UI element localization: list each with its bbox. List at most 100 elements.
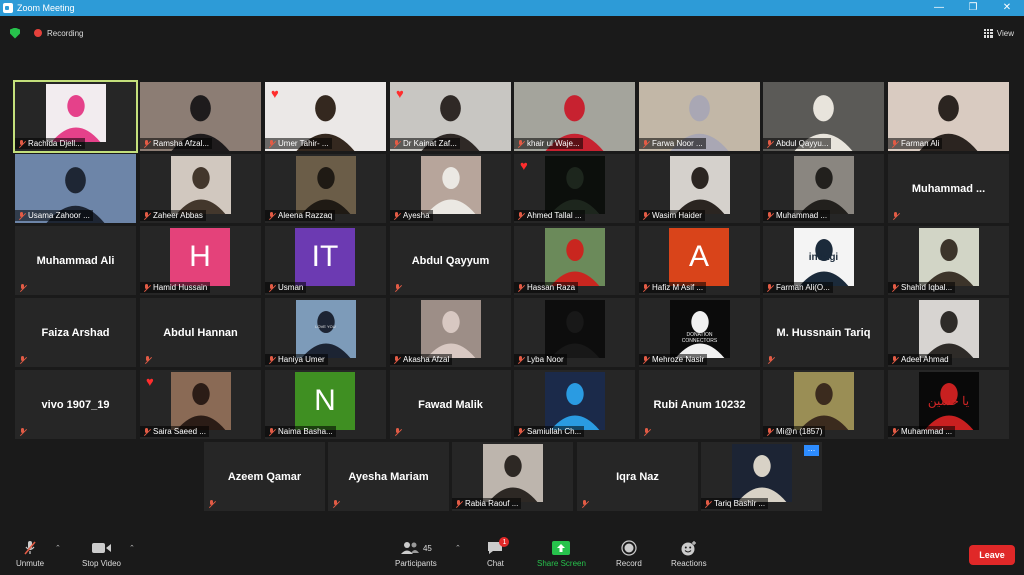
participant-tile[interactable]: LOVE YOU Haniya Umer bbox=[265, 298, 386, 367]
urdu-caption: یا حسین bbox=[927, 394, 970, 408]
record-icon bbox=[621, 540, 637, 556]
participant-video bbox=[420, 156, 481, 214]
participant-name-bar: Akasha Afzal bbox=[390, 354, 453, 365]
leave-button[interactable]: Leave bbox=[969, 545, 1015, 565]
participant-video bbox=[669, 300, 730, 358]
pin-icon bbox=[18, 139, 25, 148]
participant-tile[interactable]: Samiullah Ch... bbox=[514, 370, 635, 439]
participant-tile[interactable]: A Hafiz M Asif ... bbox=[639, 226, 760, 295]
participant-tile[interactable]: Ayesha bbox=[390, 154, 511, 223]
chat-button[interactable]: 1 Chat bbox=[487, 537, 510, 568]
muted-mic-icon bbox=[208, 500, 215, 508]
participant-tile[interactable]: Ramsha Afzal... bbox=[140, 82, 261, 151]
profile-letter-avatar: N bbox=[295, 372, 355, 430]
unmute-button[interactable]: Unmute bbox=[16, 540, 44, 568]
participant-tile[interactable]: Muhammad Ali bbox=[15, 226, 136, 295]
participant-name: Muhammad ... bbox=[901, 427, 953, 436]
participant-tile[interactable]: khair ul Waje... bbox=[514, 82, 635, 151]
participant-tile[interactable]: Wasim Haider bbox=[639, 154, 760, 223]
participant-tile[interactable]: Umer Tahir- ... ♥ bbox=[265, 82, 386, 151]
participant-tile[interactable]: Iqra Naz bbox=[577, 442, 698, 511]
person-silhouette-head bbox=[503, 455, 522, 478]
window-title: Zoom Meeting bbox=[17, 3, 75, 13]
participant-tile[interactable]: Shahid Iqbal... bbox=[888, 226, 1009, 295]
participant-tile[interactable]: Lyba Noor bbox=[514, 298, 635, 367]
muted-mic-icon bbox=[517, 283, 524, 292]
participant-tile[interactable]: Abdul Hannan bbox=[140, 298, 261, 367]
record-dot-icon bbox=[34, 29, 42, 37]
restore-icon[interactable]: ❐ bbox=[956, 0, 990, 16]
participant-tile[interactable]: Saira Saeed ... ♥ bbox=[140, 370, 261, 439]
stop-video-button[interactable]: Stop Video bbox=[82, 540, 121, 568]
participant-tile[interactable]: M. Hussnain Tariq bbox=[763, 298, 884, 367]
close-icon[interactable]: ✕ bbox=[990, 0, 1024, 16]
participant-tile[interactable]: Ahmed Tallal ... ♥ bbox=[514, 154, 635, 223]
muted-mic-icon bbox=[144, 356, 151, 364]
participant-tile[interactable]: Tariq Bashir ...… bbox=[701, 442, 822, 511]
reactions-button[interactable]: Reactions bbox=[671, 540, 707, 568]
muted-mic-icon bbox=[143, 139, 150, 148]
participant-tile[interactable]: Mi@n (1857) bbox=[763, 370, 884, 439]
shield-icon[interactable] bbox=[10, 27, 20, 39]
participant-display-name: vivo 1907_19 bbox=[41, 398, 110, 411]
participant-tile[interactable]: Fawad Malik bbox=[390, 370, 511, 439]
muted-mic-icon bbox=[19, 428, 26, 436]
participant-tile[interactable]: Rabia Raouf ... bbox=[452, 442, 573, 511]
person-silhouette-head bbox=[565, 239, 584, 262]
participant-tile[interactable]: Adeel Ahmad bbox=[888, 298, 1009, 367]
minimize-icon[interactable]: — bbox=[922, 0, 956, 16]
participant-name-bar: Wasim Haider bbox=[639, 210, 705, 221]
reactions-label: Reactions bbox=[671, 559, 707, 568]
participant-name: Naima Basha... bbox=[278, 427, 333, 436]
participant-tile[interactable]: Akasha Afzal bbox=[390, 298, 511, 367]
participant-tile[interactable]: Muhammad ... bbox=[763, 154, 884, 223]
participant-name: Haniya Umer bbox=[278, 355, 325, 364]
participant-tile[interactable]: یا حسین Muhammad ... bbox=[888, 370, 1009, 439]
participant-tile[interactable]: Farman Ali bbox=[888, 82, 1009, 151]
participant-name-bar: Rachida Djell... bbox=[15, 138, 85, 149]
participant-tile[interactable]: Rachida Djell... bbox=[13, 80, 138, 153]
view-button[interactable]: View bbox=[983, 28, 1014, 38]
participant-tile[interactable]: Abdul Qayyu... bbox=[763, 82, 884, 151]
participant-tile[interactable]: Farwa Noor ... bbox=[639, 82, 760, 151]
audio-options-chevron-up-icon[interactable]: ⌃ bbox=[55, 544, 61, 552]
share-screen-button[interactable]: Share Screen bbox=[537, 540, 586, 568]
participant-tile[interactable]: Abdul Qayyum bbox=[390, 226, 511, 295]
more-options-icon[interactable]: … bbox=[804, 445, 819, 456]
video-options-chevron-up-icon[interactable]: ⌃ bbox=[129, 544, 135, 552]
muted-mic-icon bbox=[393, 139, 400, 148]
participant-tile[interactable]: DONATION CONNECTORS Mehroze Nasir bbox=[639, 298, 760, 367]
record-button[interactable]: Record bbox=[616, 540, 642, 568]
person-silhouette-head bbox=[689, 95, 710, 122]
participant-tile[interactable]: Zaheer Abbas bbox=[140, 154, 261, 223]
participant-tile[interactable]: Aleena Razzaq bbox=[265, 154, 386, 223]
participant-tile[interactable]: indagi Farman Ali(O... bbox=[763, 226, 884, 295]
participant-tile[interactable]: Muhammad ... bbox=[888, 154, 1009, 223]
meeting-status-bar: Recording View bbox=[0, 16, 1024, 50]
participant-tile[interactable]: Hassan Raza bbox=[514, 226, 635, 295]
participant-tile[interactable]: Dr Kainat Zaf... ♥ bbox=[390, 82, 511, 151]
participants-label: Participants bbox=[395, 559, 437, 568]
share-screen-icon bbox=[552, 540, 571, 556]
participant-name-bar: khair ul Waje... bbox=[514, 138, 583, 149]
participant-video bbox=[170, 372, 231, 430]
chat-badge: 1 bbox=[499, 537, 510, 547]
participant-tile[interactable]: Azeem Qamar bbox=[204, 442, 325, 511]
participant-tile[interactable]: H Hamid Hussain bbox=[140, 226, 261, 295]
recording-indicator[interactable]: Recording bbox=[34, 29, 83, 38]
person-silhouette-head bbox=[565, 383, 584, 406]
record-label: Record bbox=[616, 559, 642, 568]
heart-reaction-icon: ♥ bbox=[146, 374, 154, 389]
participant-tile[interactable]: Ayesha Mariam bbox=[328, 442, 449, 511]
participant-video bbox=[918, 228, 979, 286]
participant-tile[interactable]: vivo 1907_19 bbox=[15, 370, 136, 439]
participants-chevron-up-icon[interactable]: ⌃ bbox=[455, 544, 461, 552]
participant-tile[interactable]: Usama Zahoor ... bbox=[15, 154, 136, 223]
participant-tile[interactable]: Rubi Anum 10232 bbox=[639, 370, 760, 439]
participant-tile[interactable]: IT Usman bbox=[265, 226, 386, 295]
participant-display-name: Iqra Naz bbox=[616, 470, 659, 483]
participant-tile[interactable]: N Naima Basha... bbox=[265, 370, 386, 439]
muted-mic-icon bbox=[517, 355, 524, 364]
participant-tile[interactable]: Faiza Arshad bbox=[15, 298, 136, 367]
participants-button[interactable]: 45 Participants bbox=[395, 540, 437, 568]
